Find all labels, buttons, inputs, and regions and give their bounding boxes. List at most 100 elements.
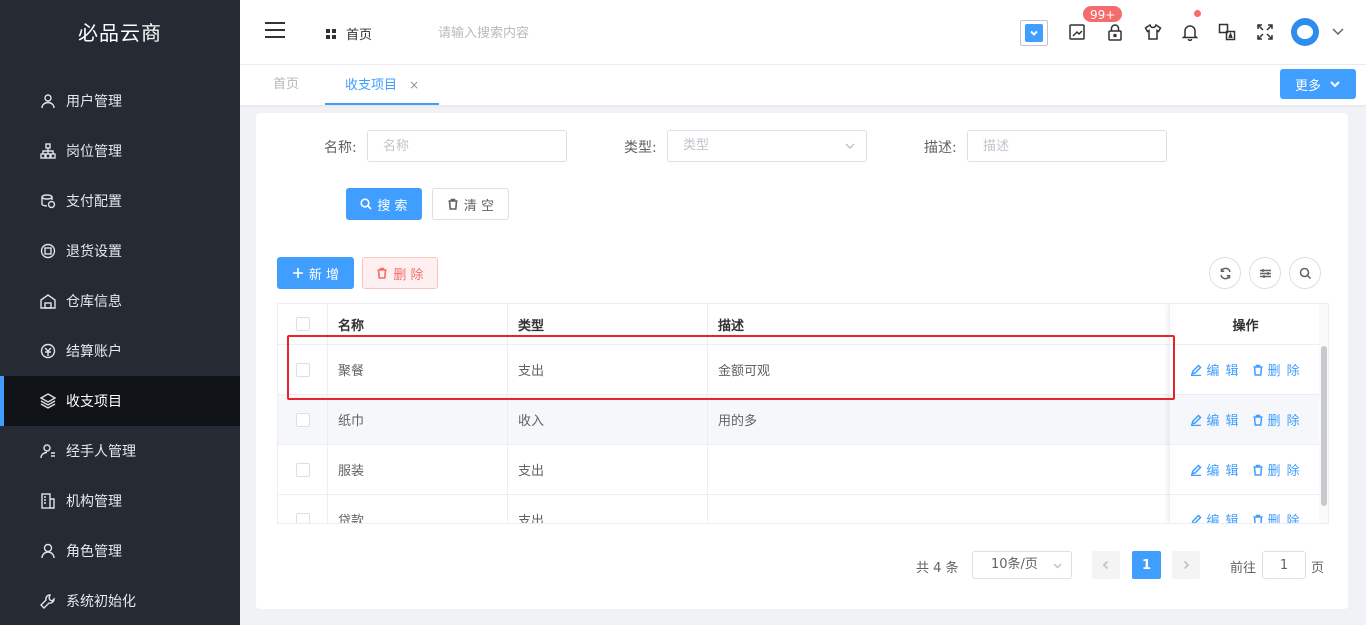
close-icon[interactable]: × <box>409 78 419 92</box>
toggle-search-button[interactable] <box>1289 257 1321 289</box>
bell-icon[interactable] <box>1179 20 1201 44</box>
cell-desc: 金额可观 <box>708 345 1170 394</box>
select-all-checkbox[interactable] <box>295 317 310 331</box>
translate-icon[interactable] <box>1216 20 1238 44</box>
type-filter-select[interactable]: 类型 <box>667 130 867 162</box>
delete-link[interactable]: 删 除 <box>1252 510 1301 524</box>
edit-icon <box>1191 463 1202 476</box>
trash-icon <box>1253 464 1262 476</box>
tab-home[interactable]: 首页 <box>273 65 299 105</box>
sidebar-item-handler-management[interactable]: 经手人管理 <box>0 426 240 476</box>
delete-label: 删 除 <box>1267 464 1301 479</box>
delete-label: 删 除 <box>1267 414 1301 429</box>
table-row[interactable]: 聚餐 支出 金额可观 编 辑 删 除 <box>278 345 1321 395</box>
edit-link[interactable]: 编 辑 <box>1190 510 1239 523</box>
delete-link[interactable]: 删 除 <box>1252 360 1301 379</box>
theme-shirt-icon[interactable] <box>1142 20 1164 44</box>
handler-icon <box>40 443 56 459</box>
batch-delete-button[interactable]: 删 除 <box>362 257 438 289</box>
column-settings-button[interactable] <box>1249 257 1281 289</box>
sidebar-item-label: 用户管理 <box>66 94 122 110</box>
sidebar-item-label: 角色管理 <box>66 544 122 560</box>
table-scrollbar[interactable] <box>1319 304 1328 523</box>
header-search-input[interactable] <box>438 22 618 44</box>
delete-label: 删 除 <box>1267 514 1301 524</box>
column-header-actions: 操作 <box>1232 318 1259 334</box>
sidebar-item-return-settings[interactable]: 退货设置 <box>0 226 240 276</box>
page-size-select[interactable]: 10条/页 <box>972 551 1072 579</box>
sidebar-item-organization-management[interactable]: 机构管理 <box>0 476 240 526</box>
sidebar-item-role-management[interactable]: 角色管理 <box>0 526 240 576</box>
delete-link[interactable]: 删 除 <box>1252 460 1301 479</box>
sidebar-item-label: 经手人管理 <box>66 444 136 460</box>
table-row[interactable]: 贷款 支出 编 辑 删 除 <box>278 495 1321 524</box>
name-filter-input[interactable] <box>367 130 567 162</box>
task-icon[interactable] <box>1066 20 1088 44</box>
row-checkbox-cell <box>278 345 328 394</box>
trash-icon <box>1253 364 1262 376</box>
page-size-value: 10条/页 <box>991 557 1038 572</box>
chevron-down-icon[interactable] <box>1331 24 1345 38</box>
table-row[interactable]: 服装 支出 编 辑 删 除 <box>278 445 1321 495</box>
prev-page-button[interactable] <box>1092 551 1120 579</box>
sidebar-item-payment-config[interactable]: 支付配置 <box>0 176 240 226</box>
cell-actions: 编 辑 删 除 <box>1170 495 1321 524</box>
next-page-button[interactable] <box>1172 551 1200 579</box>
layout-select-checkbox[interactable] <box>1020 20 1048 46</box>
more-button[interactable]: 更多 <box>1280 69 1356 99</box>
delete-link[interactable]: 删 除 <box>1252 410 1301 429</box>
breadcrumb-home: 首页 <box>346 28 373 43</box>
cell-type: 支出 <box>508 495 708 523</box>
edit-icon <box>1191 513 1202 523</box>
chevron-down-icon <box>845 143 855 150</box>
sidebar-item-post-management[interactable]: 岗位管理 <box>0 126 240 176</box>
edit-icon <box>1191 413 1202 426</box>
warehouse-icon <box>40 293 56 309</box>
sidebar-item-label: 结算账户 <box>66 344 122 360</box>
batch-delete-button-label: 删 除 <box>393 267 424 283</box>
breadcrumb[interactable]: 首页 <box>326 24 372 43</box>
edit-link[interactable]: 编 辑 <box>1190 360 1239 379</box>
clear-button[interactable]: 清 空 <box>432 188 509 220</box>
add-button[interactable]: 新 增 <box>277 257 354 289</box>
menu-toggle-icon[interactable] <box>265 22 285 42</box>
sidebar-item-income-expense-items[interactable]: 收支项目 <box>0 376 240 426</box>
plus-icon <box>292 268 303 278</box>
sidebar-item-user-management[interactable]: 用户管理 <box>0 76 240 126</box>
lock-icon[interactable] <box>1104 20 1126 44</box>
row-checkbox[interactable] <box>295 512 310 523</box>
edit-link[interactable]: 编 辑 <box>1190 460 1239 479</box>
row-checkbox[interactable] <box>295 412 310 427</box>
search-button[interactable]: 搜 索 <box>346 188 422 220</box>
sidebar-item-system-init[interactable]: 系统初始化 <box>0 576 240 625</box>
edit-link[interactable]: 编 辑 <box>1190 410 1239 429</box>
return-icon <box>40 243 56 259</box>
column-header-name: 名称 <box>328 304 508 344</box>
desc-filter-input[interactable] <box>967 130 1167 162</box>
avatar[interactable] <box>1291 18 1319 46</box>
type-filter-placeholder: 类型 <box>683 138 710 153</box>
coins-icon <box>40 193 56 209</box>
grid-icon <box>326 28 336 39</box>
sidebar-item-label: 仓库信息 <box>66 294 122 310</box>
search-button-label: 搜 索 <box>377 198 408 214</box>
table-scrollbar-thumb[interactable] <box>1321 346 1327 506</box>
goto-page-input[interactable] <box>1262 551 1306 579</box>
user-icon <box>40 93 56 109</box>
table-row[interactable]: 纸巾 收入 用的多 编 辑 删 除 <box>278 395 1321 445</box>
row-checkbox[interactable] <box>295 462 310 477</box>
tabs-bar: 首页 收支项目 × 更多 <box>240 65 1366 105</box>
refresh-button[interactable] <box>1209 257 1241 289</box>
cell-name: 纸巾 <box>328 395 508 444</box>
cell-desc <box>708 495 1170 523</box>
name-filter-label: 名称: <box>324 140 357 156</box>
sidebar-item-warehouse-info[interactable]: 仓库信息 <box>0 276 240 326</box>
page-number-current[interactable]: 1 <box>1132 551 1161 579</box>
sidebar-item-settlement-account[interactable]: 结算账户 <box>0 326 240 376</box>
fullscreen-icon[interactable] <box>1254 20 1276 44</box>
tab-income-expense-items[interactable]: 收支项目 × <box>325 65 440 105</box>
cell-name: 服装 <box>328 445 508 494</box>
row-checkbox[interactable] <box>295 362 310 377</box>
column-header-desc: 描述 <box>708 304 1170 344</box>
cell-name: 聚餐 <box>328 345 508 394</box>
